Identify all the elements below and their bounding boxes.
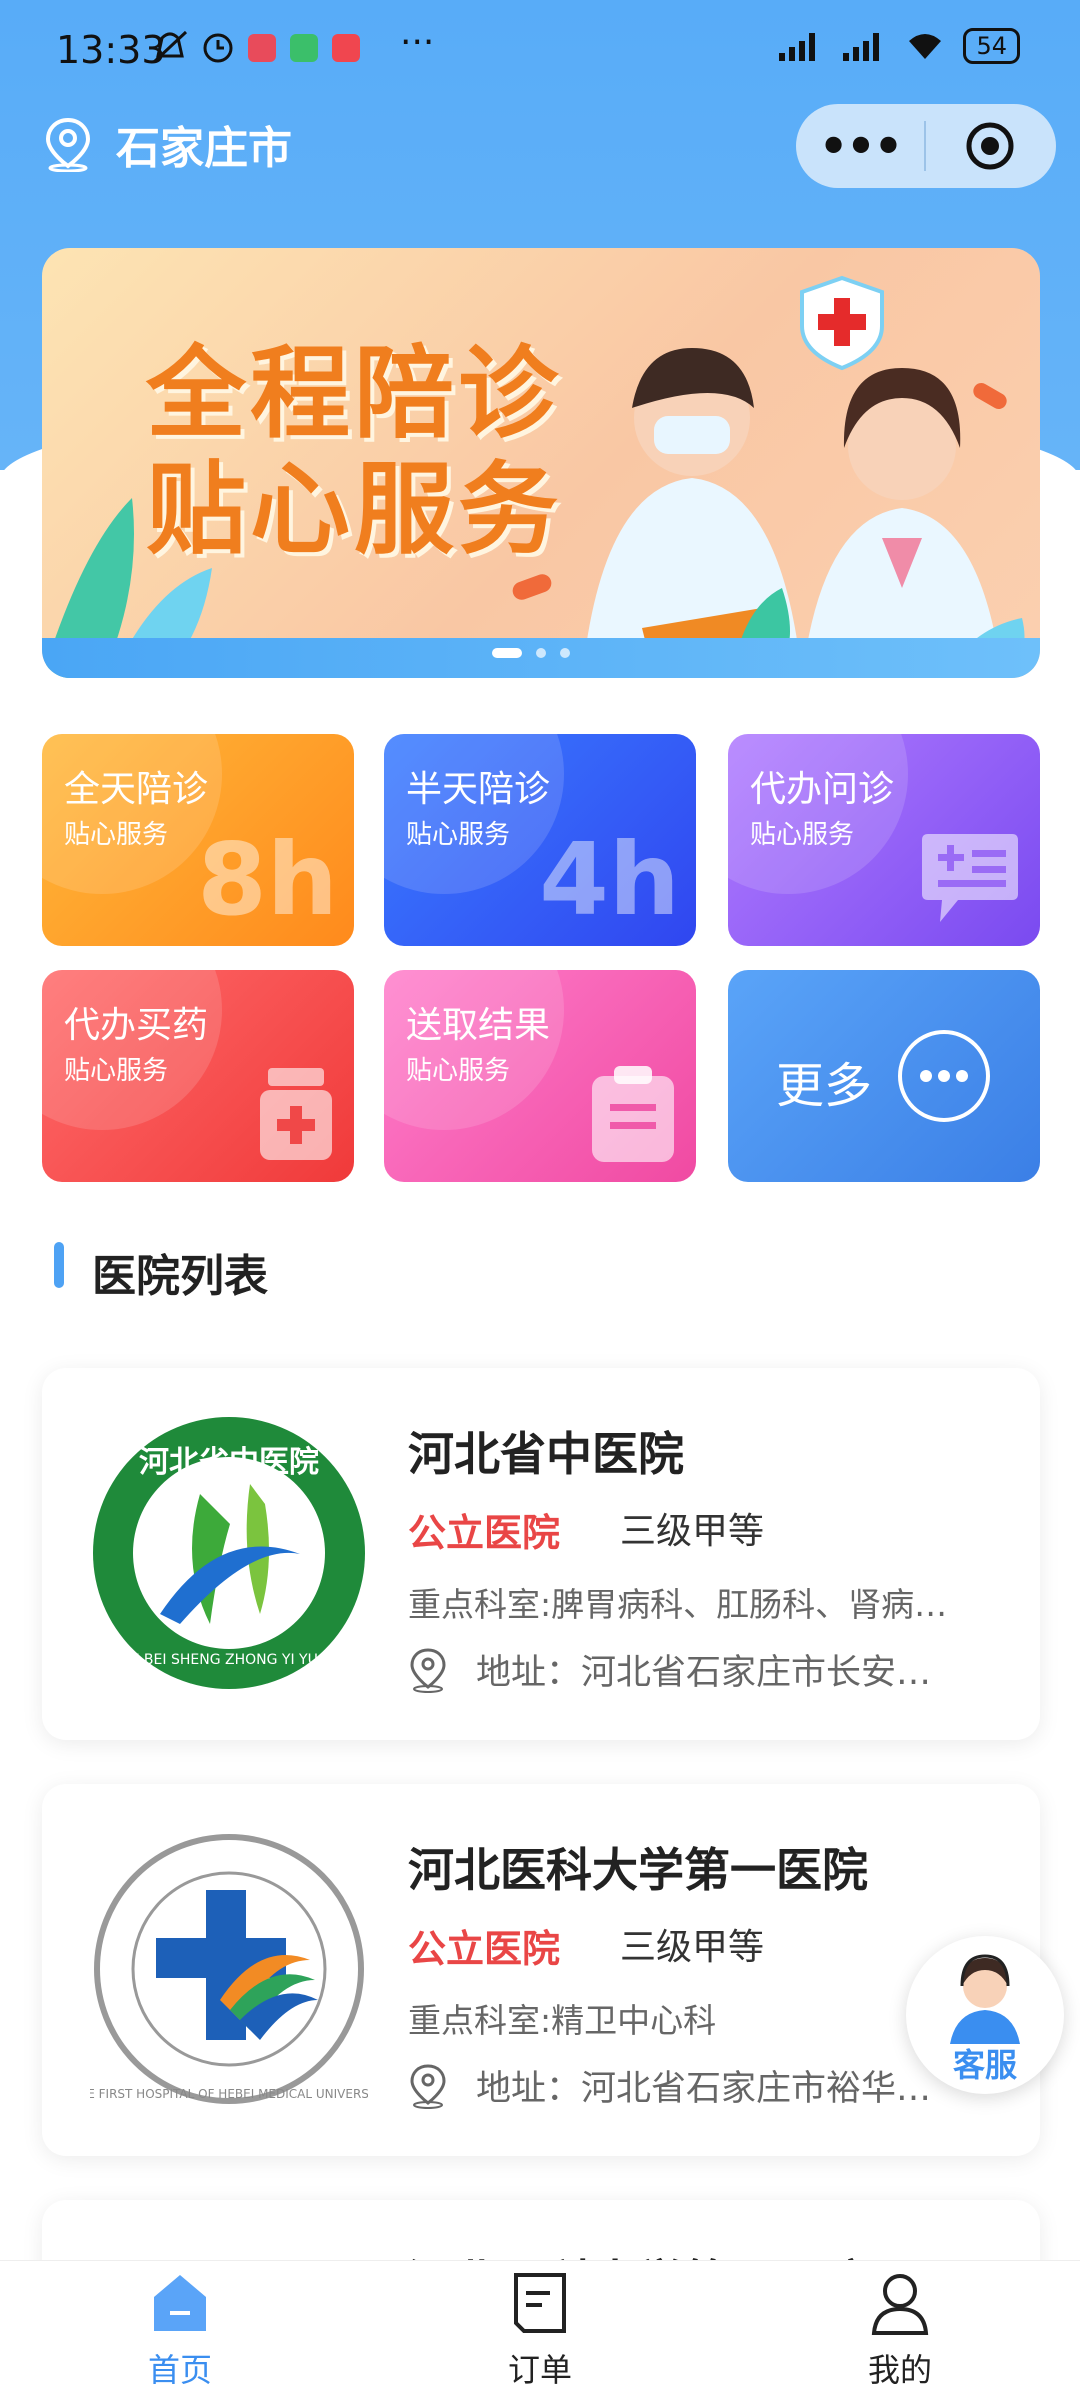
service-title: 送取结果 (406, 1005, 551, 1046)
carousel-dot-active (492, 648, 522, 658)
chat-icon (922, 834, 1018, 922)
more-menu-button[interactable]: ••• (796, 119, 924, 173)
section-accent-bar (54, 1242, 64, 1288)
status-right: 54 (777, 28, 1020, 64)
hospital-logo: THE FIRST HOSPITAL OF HEBEI MEDICAL UNIV… (90, 1834, 368, 2104)
carousel-indicator (492, 648, 570, 658)
notification-icons-svg (152, 30, 360, 64)
tab-label: 我的 (867, 2351, 932, 2389)
logo-latin-text: HE BEI SHENG ZHONG YI YUAN (120, 1652, 338, 1668)
location-selector[interactable]: 石家庄市 (42, 112, 292, 176)
service-pickup-results[interactable]: 送取结果 贴心服务 (384, 970, 696, 1182)
city-name: 石家庄市 (116, 123, 292, 174)
service-title: 代办买药 (64, 1005, 209, 1046)
more-notifications: ··· (400, 22, 435, 63)
location-pin-icon (45, 117, 91, 172)
customer-service-button[interactable]: 客服 (906, 1936, 1064, 2094)
tab-home[interactable]: 首页 (90, 2271, 270, 2391)
service-full-day[interactable]: 全天陪诊 贴心服务 8h (42, 734, 354, 946)
hospital-list-title: 医院列表 (92, 1251, 268, 1302)
battery-indicator: 54 (963, 28, 1020, 64)
signal-icon (779, 33, 816, 61)
tab-label: 订单 (507, 2351, 572, 2389)
banner-illustration (42, 275, 1025, 678)
service-hours: 8h (197, 821, 338, 938)
service-subtitle: 贴心服务 (406, 820, 511, 850)
user-icon (871, 2274, 929, 2335)
hospital-type-tag: 公立医院 (408, 1511, 561, 1555)
hospital-name: 河北省中医院 (408, 1427, 684, 1481)
clipboard-icon (592, 1066, 674, 1162)
service-hours: 4h (539, 821, 680, 938)
location-pin-icon (410, 1647, 446, 1693)
medicine-bottle-icon (260, 1068, 332, 1160)
hospital-type-tag: 公立医院 (408, 1927, 561, 1971)
service-title: 代办问诊 (750, 769, 895, 810)
hospital-grade: 三级甲等 (620, 1511, 765, 1552)
service-proxy-consult[interactable]: 代办问诊 贴心服务 (728, 734, 1040, 946)
tab-orders[interactable]: 订单 (450, 2271, 630, 2391)
service-subtitle: 贴心服务 (750, 820, 855, 850)
more-circle-icon (898, 1030, 990, 1122)
hospital-logo: 河北省中医院 HE BEI SHENG ZHONG YI YUAN (93, 1417, 365, 1689)
status-bar: 13:33 ··· 54 (0, 0, 1080, 100)
key-departments: 重点科室:脾胃病科、肛肠科、肾病… (408, 1585, 948, 1624)
logo-latin-text: THE FIRST HOSPITAL OF HEBEI MEDICAL UNIV… (90, 2087, 368, 2101)
document-icon (514, 2273, 566, 2333)
signal-icon-2 (843, 33, 880, 61)
bottom-tab-bar: 首页 订单 我的 (0, 2260, 1080, 2401)
location-pin-icon (410, 2063, 446, 2109)
home-icon (154, 2275, 206, 2331)
wifi-icon (909, 34, 942, 59)
tab-profile[interactable]: 我的 (810, 2271, 990, 2391)
service-title: 半天陪诊 (406, 769, 551, 810)
agent-avatar-icon (950, 1954, 1020, 2044)
service-subtitle: 贴心服务 (64, 1056, 169, 1086)
target-icon (966, 122, 1014, 170)
hospital-grade: 三级甲等 (620, 1927, 765, 1968)
service-subtitle: 贴心服务 (64, 820, 169, 850)
service-buy-medicine[interactable]: 代办买药 贴心服务 (42, 970, 354, 1182)
service-half-day[interactable]: 半天陪诊 贴心服务 4h (384, 734, 696, 946)
notification-icons (150, 28, 380, 77)
tab-label: 首页 (147, 2351, 212, 2389)
service-title: 全天陪诊 (64, 769, 209, 810)
close-program-button[interactable] (926, 120, 1054, 172)
promo-banner[interactable]: 全程陪诊 贴心服务 (42, 248, 1040, 678)
carousel-dot (560, 648, 570, 658)
address-text: 地址：河北省石家庄市裕华… (476, 2069, 932, 2109)
hospital-address: 地址：河北省石家庄市长安… (408, 1644, 1008, 1695)
banner-floor (42, 638, 1040, 678)
more-label: 更多 (776, 1058, 873, 1114)
customer-service-label: 客服 (952, 2046, 1017, 2084)
service-more[interactable]: 更多 (728, 970, 1040, 1182)
carousel-dot (536, 648, 546, 658)
logo-ring-text: 河北省中医院 (139, 1445, 319, 1480)
hospital-card[interactable]: 河北省中医院 HE BEI SHENG ZHONG YI YUAN 河北省中医院… (42, 1368, 1040, 1740)
address-text: 地址：河北省石家庄市长安… (476, 1653, 932, 1693)
key-departments: 重点科室:精卫中心科 (408, 2001, 717, 2040)
mini-program-capsule: ••• (796, 104, 1056, 188)
hospital-card[interactable]: THE FIRST HOSPITAL OF HEBEI MEDICAL UNIV… (42, 1784, 1040, 2156)
service-subtitle: 贴心服务 (406, 1056, 511, 1086)
hospital-name: 河北医科大学第一医院 (408, 1843, 868, 1897)
